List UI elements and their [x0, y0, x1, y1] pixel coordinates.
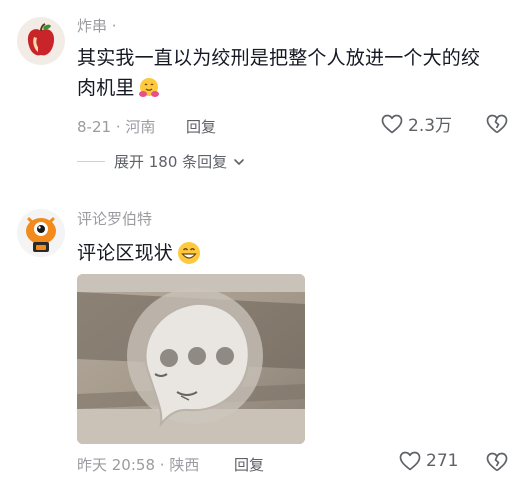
comment-author[interactable]: 评论罗伯特 — [77, 208, 152, 229]
broken-heart-icon — [486, 114, 508, 134]
like-count: 271 — [426, 451, 459, 471]
comment-text: 评论区现状 — [77, 238, 202, 268]
reply-button[interactable]: 回复 — [234, 454, 264, 475]
heart-icon — [399, 451, 421, 471]
chevron-down-icon — [234, 158, 244, 165]
like-button[interactable]: 2.3万 — [380, 111, 452, 136]
meme-speech-bubble-face-image — [77, 274, 305, 444]
dislike-button[interactable] — [485, 112, 509, 140]
like-count: 2.3万 — [408, 116, 453, 136]
avatar-robot[interactable] — [17, 209, 65, 257]
comment-meta: 昨天 20:58 · 陕西 — [77, 454, 199, 475]
comment-image[interactable] — [77, 274, 305, 444]
comment-text: 其实我一直以为绞刑是把整个人放进一个大的绞 肉机里 — [77, 43, 517, 103]
comment-meta: 8-21 · 河南 — [77, 116, 155, 137]
dislike-button[interactable] — [485, 450, 509, 478]
comment-line: 肉机里 — [77, 77, 135, 99]
comment-date: 8-21 — [77, 118, 112, 136]
comment-line: 评论区现状 — [77, 242, 174, 264]
avatar-apple[interactable] — [17, 17, 65, 65]
like-button[interactable]: 271 — [398, 449, 458, 473]
expand-replies-label: 展开 180 条回复 — [114, 153, 228, 171]
comment-author[interactable]: 炸串 · — [77, 15, 117, 36]
meta-separator: · — [115, 118, 121, 136]
username[interactable]: 炸串 — [77, 17, 107, 35]
hugging-face-icon — [138, 78, 159, 97]
broken-heart-icon — [486, 452, 508, 472]
comment-location: 陕西 — [169, 456, 200, 474]
reply-button[interactable]: 回复 — [186, 116, 216, 137]
comment-line: 其实我一直以为绞刑是把整个人放进一个大的绞 — [77, 47, 481, 69]
expand-replies-button[interactable]: 展开 180 条回复 — [114, 151, 245, 172]
meta-separator: · — [159, 456, 165, 474]
comment-location: 河南 — [125, 118, 156, 136]
orange-robot-avatar-icon — [17, 209, 65, 257]
comment-date: 昨天 20:58 — [77, 456, 155, 474]
expand-divider — [77, 161, 105, 162]
username[interactable]: 评论罗伯特 — [77, 210, 152, 228]
grinning-face-icon — [178, 242, 201, 264]
separator-dot: · — [111, 17, 117, 35]
heart-icon — [381, 114, 403, 133]
apple-avatar-icon — [17, 17, 65, 65]
